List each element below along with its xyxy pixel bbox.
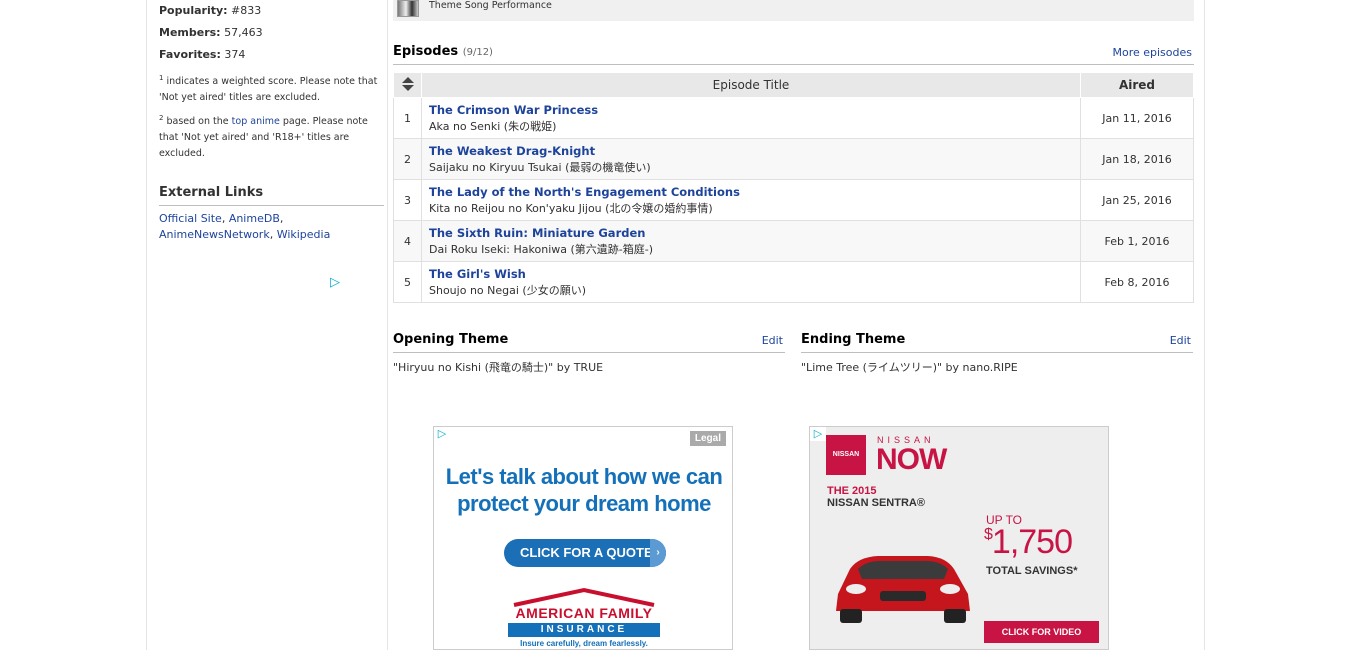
episode-number: 5 [393, 261, 422, 303]
more-episodes-link[interactable]: More episodes [1112, 46, 1192, 59]
episode-title-cell: The Crimson War Princess Aka no Senki (朱… [421, 97, 1081, 139]
episodes-heading: Episodes [393, 44, 459, 59]
favorites-value: 374 [224, 48, 246, 61]
insurance-logo: INSURANCE [508, 623, 660, 637]
top-anime-note: 2 based on the top anime page. Please no… [159, 114, 381, 162]
nissan-now-text: NOW [876, 443, 947, 476]
episodes-table: Episode Title Aired 1 The Crimson War Pr… [393, 72, 1194, 303]
ending-theme-heading: Ending Theme [801, 332, 906, 347]
sort-icon[interactable] [401, 76, 414, 91]
episodes-header: Episodes (9/12) More episodes [393, 44, 1194, 65]
table-row: 2 The Weakest Drag-Knight Saijaku no Kir… [393, 138, 1194, 180]
ending-theme-header: Ending Theme Edit [801, 332, 1193, 353]
episode-number: 4 [393, 220, 422, 262]
opening-theme-section: Opening Theme Edit "Hiryuu no Kishi (飛竜の… [393, 332, 785, 375]
legal-button[interactable]: Legal [689, 431, 726, 446]
american-family-logo: AMERICAN FAMILY [515, 605, 653, 621]
ending-song: "Lime Tree (ライムツリー)" by nano.RIPE [801, 361, 1018, 374]
episode-number: 2 [393, 138, 422, 180]
aired-header: Aired [1080, 72, 1194, 98]
episode-title-link[interactable]: The Lady of the North's Engagement Condi… [429, 185, 740, 199]
adchoices-icon[interactable]: ▷ [434, 427, 450, 441]
episode-aired-date: Jan 18, 2016 [1080, 138, 1194, 180]
theme-song-performance-label: Theme Song Performance [429, 0, 552, 11]
animenewsnetwork-link[interactable]: AnimeNewsNetwork [159, 228, 270, 241]
nissan-ad[interactable]: ▷ NISSAN NISSAN NOW THE 2015 NISSAN SENT… [809, 426, 1109, 650]
table-header-row: Episode Title Aired [393, 72, 1194, 98]
episode-title-cell: The Weakest Drag-Knight Saijaku no Kiryu… [421, 138, 1081, 180]
episode-title-link[interactable]: The Girl's Wish [429, 267, 526, 281]
members-label: Members: [159, 26, 221, 39]
episode-alt-title: Kita no Reijou no Kon'yaku Jijou (北の令嬢の婚… [429, 201, 713, 215]
adchoices-icon[interactable]: ▷ [330, 275, 340, 290]
episode-aired-date: Feb 8, 2016 [1080, 261, 1194, 303]
opening-theme-heading: Opening Theme [393, 332, 509, 347]
episode-title-link[interactable]: The Sixth Ruin: Miniature Garden [429, 226, 645, 240]
ad-tagline: Insure carefully, dream fearlessly. [520, 639, 648, 648]
favorites-label: Favorites: [159, 48, 221, 61]
episode-title-cell: The Girl's Wish Shoujo no Negai (少女の願い) [421, 261, 1081, 303]
opening-edit-link[interactable]: Edit [762, 334, 783, 347]
red-car-image [836, 556, 970, 623]
episode-aired-date: Feb 1, 2016 [1080, 220, 1194, 262]
table-row: 3 The Lady of the North's Engagement Con… [393, 179, 1194, 221]
opening-song: "Hiryuu no Kishi (飛竜の騎士)" by TRUE [393, 361, 604, 374]
episode-alt-title: Dai Roku Iseki: Hakoniwa (第六遺跡-箱庭-) [429, 242, 654, 256]
quote-button-label: CLICK FOR A QUOTE [520, 545, 653, 560]
episode-title-link[interactable]: The Crimson War Princess [429, 103, 598, 117]
amount-value: 1,750 [991, 523, 1073, 561]
weighted-score-note: 1 indicates a weighted score. Please not… [159, 74, 381, 106]
popularity-stat: Popularity: #833 [159, 4, 261, 17]
ad-headline-line2: protect your dream home [457, 491, 711, 516]
ad-headline: Let's talk about how we can protect your… [434, 463, 732, 517]
performer-thumbnail[interactable] [397, 0, 419, 17]
external-links-list: Official Site, AnimeDB, AnimeNewsNetwork… [159, 212, 331, 241]
ad-headline-line1: Let's talk about how we can [445, 464, 723, 489]
adchoices-icon[interactable]: ▷ [810, 427, 826, 441]
episode-number: 3 [393, 179, 422, 221]
sort-header[interactable] [393, 72, 422, 98]
episode-title-cell: The Lady of the North's Engagement Condi… [421, 179, 1081, 221]
episode-alt-title: Shoujo no Negai (少女の願い) [429, 283, 586, 297]
total-savings-text: TOTAL SAVINGS* [986, 565, 1078, 577]
popularity-value: #833 [231, 4, 262, 17]
table-row: 1 The Crimson War Princess Aka no Senki … [393, 97, 1194, 139]
roof-logo-icon [513, 587, 655, 607]
click-for-quote-button[interactable]: CLICK FOR A QUOTE › [504, 539, 666, 567]
episode-aired-date: Jan 25, 2016 [1080, 179, 1194, 221]
note1-text: indicates a weighted score. Please note … [159, 76, 378, 103]
episodes-count: (9/12) [462, 47, 493, 58]
external-links-heading: External Links [159, 185, 384, 206]
table-row: 5 The Girl's Wish Shoujo no Negai (少女の願い… [393, 261, 1194, 303]
chevron-right-icon: › [650, 539, 666, 567]
top-anime-link[interactable]: top anime [232, 116, 280, 127]
episode-title-link[interactable]: The Weakest Drag-Knight [429, 144, 595, 158]
ending-theme-section: Ending Theme Edit "Lime Tree (ライムツリー)" b… [801, 332, 1193, 375]
ending-edit-link[interactable]: Edit [1170, 334, 1191, 347]
favorites-stat: Favorites: 374 [159, 48, 245, 61]
members-value: 57,463 [224, 26, 263, 39]
wikipedia-link[interactable]: Wikipedia [277, 228, 331, 241]
opening-theme-header: Opening Theme Edit [393, 332, 785, 353]
episode-title-cell: The Sixth Ruin: Miniature Garden Dai Rok… [421, 220, 1081, 262]
american-family-ad[interactable]: ▷ Legal Let's talk about how we can prot… [433, 426, 733, 650]
episode-alt-title: Aka no Senki (朱の戦姫) [429, 119, 557, 133]
episode-aired-date: Jan 11, 2016 [1080, 97, 1194, 139]
savings-amount: $1,750 [984, 523, 1073, 562]
episode-alt-title: Saijaku no Kiryuu Tsukai (最弱の機竜使い) [429, 160, 651, 174]
animedb-link[interactable]: AnimeDB [229, 212, 280, 225]
table-row: 4 The Sixth Ruin: Miniature Garden Dai R… [393, 220, 1194, 262]
note2-pre: based on the [163, 116, 232, 127]
episode-number: 1 [393, 97, 422, 139]
click-for-video-button[interactable]: CLICK FOR VIDEO [984, 621, 1099, 643]
model-name-text: NISSAN SENTRA® [827, 497, 925, 509]
nissan-badge-logo: NISSAN [826, 435, 866, 475]
model-year-text: THE 2015 [827, 485, 877, 497]
dollar-sign: $ [984, 526, 993, 543]
episode-title-header: Episode Title [421, 72, 1081, 98]
episodes-title: Episodes (9/12) [393, 44, 493, 59]
official-site-link[interactable]: Official Site [159, 212, 222, 225]
popularity-label: Popularity: [159, 4, 228, 17]
members-stat: Members: 57,463 [159, 26, 263, 39]
